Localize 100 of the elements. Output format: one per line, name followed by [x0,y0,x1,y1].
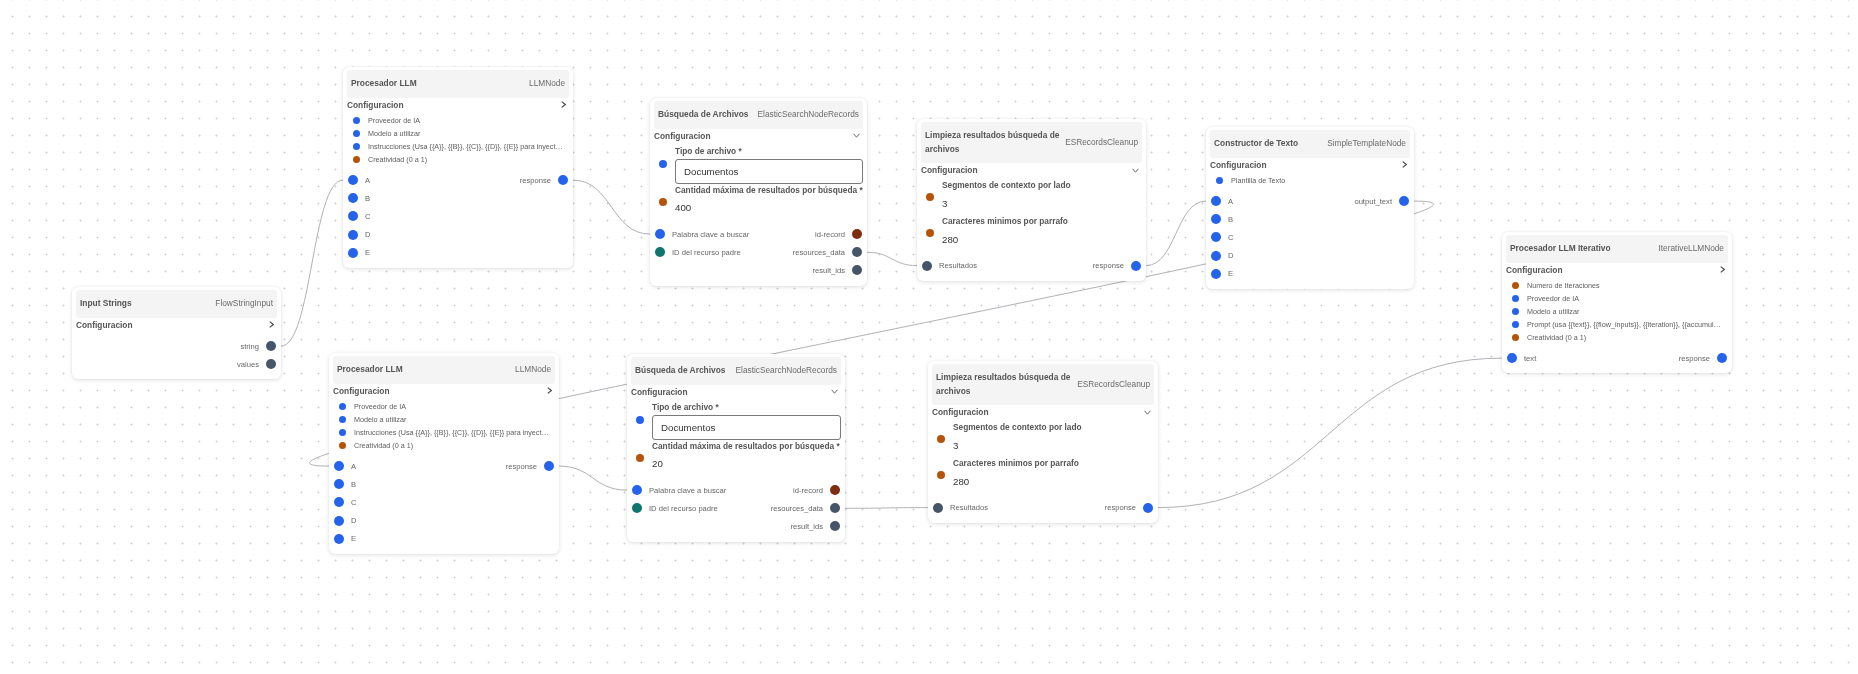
handle-dot-icon[interactable] [1211,268,1221,279]
handle-dot-icon[interactable] [334,479,344,490]
handle-dot-icon[interactable] [348,193,358,204]
node-type: FlowStringInput [215,297,273,310]
handle-dot-icon[interactable] [353,155,360,163]
handle-dot-icon[interactable] [1211,232,1221,243]
handle-dot-icon[interactable] [339,402,346,410]
handle-dot-icon[interactable] [1512,333,1519,341]
handle-dot-icon[interactable] [1507,353,1517,364]
node-title: Procesador LLM [351,77,417,90]
handle-dot-icon[interactable] [1512,307,1519,315]
field-label: Segmentos de contexto por lado [942,179,1072,191]
node-title: Limpieza resultados búsqueda de archivos [925,129,1061,156]
text-field[interactable]: Documentos [652,414,841,440]
node-title: Procesador LLM Iterativo [1510,242,1611,255]
handle-dot-icon[interactable] [348,211,358,222]
number-field[interactable]: 20 [652,458,663,469]
handle-dot-icon[interactable] [937,435,945,443]
handle-dot-icon[interactable] [334,515,344,526]
node-type: ESRecordsCleanup [1065,135,1138,149]
node-type: LLMNode [515,363,551,376]
config-toggle[interactable]: Configuracion [76,317,277,332]
handle-dot-icon[interactable] [334,497,344,508]
handle-dot-icon[interactable] [659,160,667,168]
handle-dot-icon[interactable] [1512,320,1519,328]
config-toggle[interactable]: Configuracion [1210,157,1410,172]
number-field[interactable]: 3 [953,439,959,451]
handle-dot-icon[interactable] [334,461,344,472]
handle-dot-icon[interactable] [926,229,934,237]
config-toggle[interactable]: Configuracion [631,384,841,399]
handle-dot-icon[interactable] [659,197,667,206]
node-type: LLMNode [529,77,565,90]
handle-dot-icon[interactable] [339,428,346,436]
handle-dot-icon[interactable] [339,415,346,423]
handle-dot-icon[interactable] [266,341,276,352]
config-toggle[interactable]: Configuracion [654,128,863,143]
handle-dot-icon[interactable] [933,502,943,513]
handle-dot-icon[interactable] [852,247,862,258]
handle-dot-icon[interactable] [1216,176,1223,184]
node-type: IterativeLLMNode [1658,242,1724,255]
handle-dot-icon[interactable] [1211,196,1221,207]
handle-dot-icon[interactable] [353,129,360,137]
handle-dot-icon[interactable] [1143,502,1153,513]
handle-dot-icon[interactable] [636,453,644,462]
text-field[interactable]: Documentos [675,158,863,184]
field-label: Tipo de archivo * [675,144,743,157]
node-title: Input Strings [80,297,132,310]
config-toggle[interactable]: Configuracion [333,383,555,398]
number-field[interactable]: 400 [675,202,692,213]
field-label: Cantidad máxima de resultados por búsqueda * [675,183,863,196]
handle-dot-icon[interactable] [636,416,644,424]
handle-dot-icon[interactable] [655,247,665,258]
config-toggle[interactable]: Configuracion [921,163,1142,177]
config-toggle[interactable]: Configuracion [932,405,1154,419]
handle-dot-icon[interactable] [544,461,554,472]
number-field[interactable]: 280 [942,233,959,245]
handle-dot-icon[interactable] [632,503,642,514]
node-title: Constructor de Texto [1214,137,1299,150]
handle-dot-icon[interactable] [1131,260,1141,271]
handle-dot-icon[interactable] [339,441,346,449]
handle-dot-icon[interactable] [830,521,840,532]
handle-dot-icon[interactable] [830,503,840,514]
handle-dot-icon[interactable] [348,175,358,186]
handle-dot-icon[interactable] [852,229,862,240]
handle-dot-icon[interactable] [1717,353,1727,364]
handle-dot-icon[interactable] [922,260,932,271]
handle-dot-icon[interactable] [830,485,840,496]
handle-dot-icon[interactable] [266,359,276,370]
handle-dot-icon[interactable] [926,193,934,201]
node-type: ESRecordsCleanup [1077,377,1150,391]
node-title: Búsqueda de Archivos [658,108,749,121]
handle-dot-icon[interactable] [353,116,360,124]
handle-dot-icon[interactable] [937,471,945,479]
field-label: Tipo de archivo * [652,400,720,413]
field-label: Caracteres minimos por parrafo [953,457,1080,469]
config-toggle[interactable]: Configuracion [347,97,569,112]
handle-dot-icon[interactable] [852,265,862,276]
handle-dot-icon[interactable] [353,142,360,150]
handle-dot-icon[interactable] [1512,281,1519,289]
number-field[interactable]: 3 [942,197,948,209]
handle-dot-icon[interactable] [1211,214,1221,225]
handle-dot-icon[interactable] [1512,294,1519,302]
node-type: ElasticSearchNodeRecords [735,364,837,377]
field-label: Segmentos de contexto por lado [953,421,1083,433]
config-toggle[interactable]: Configuracion [1506,262,1728,277]
field-label: Caracteres minimos por parrafo [942,215,1069,227]
handle-dot-icon[interactable] [1399,196,1409,207]
handle-dot-icon[interactable] [334,533,344,544]
node-type: ElasticSearchNodeRecords [757,108,859,121]
handle-dot-icon[interactable] [558,175,568,186]
handle-dot-icon[interactable] [348,229,358,240]
node-title: Búsqueda de Archivos [635,364,726,377]
field-label: Cantidad máxima de resultados por búsqueda * [652,439,841,452]
handle-dot-icon[interactable] [348,247,358,258]
handle-dot-icon[interactable] [1211,250,1221,261]
number-field[interactable]: 280 [953,475,970,487]
node-title: Procesador LLM [337,363,403,376]
node-type: SimpleTemplateNode [1327,137,1406,150]
handle-dot-icon[interactable] [632,485,642,496]
handle-dot-icon[interactable] [655,229,665,240]
